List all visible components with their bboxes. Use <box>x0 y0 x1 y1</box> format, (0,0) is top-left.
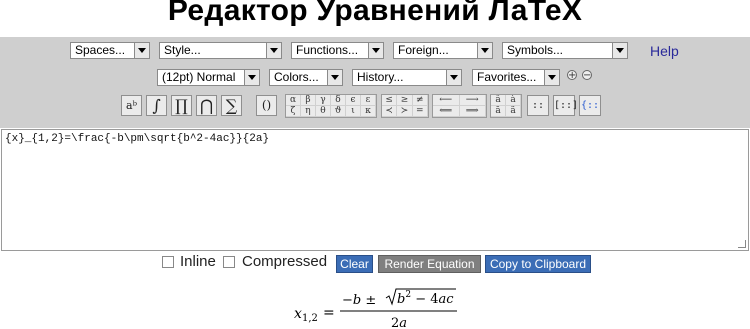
superscript-button[interactable]: aᵇ <box>121 95 142 116</box>
chevron-down-icon <box>612 43 627 58</box>
equation-numerator-lead: −b ± <box>342 293 376 308</box>
succ-button[interactable]: ≻ <box>397 106 413 117</box>
product-button[interactable]: ∏ <box>171 95 192 116</box>
help-link[interactable]: Help <box>650 43 679 59</box>
sum-button[interactable]: ∑ <box>221 95 242 116</box>
greek-delta-button[interactable]: δ <box>331 95 346 106</box>
compressed-label: Compressed <box>242 253 328 270</box>
greek-letters-panel: α β γ δ ϵ ε ζ η θ ϑ ι κ <box>285 94 377 118</box>
equation-equals: = <box>323 305 335 321</box>
compressed-checkbox[interactable] <box>223 256 235 268</box>
equation-denominator: 2a <box>391 316 407 329</box>
greek-gamma-button[interactable]: γ <box>316 95 331 106</box>
inline-label: Inline <box>180 253 216 270</box>
chevron-down-icon <box>327 70 342 85</box>
render-equation-button[interactable]: Render Equation <box>378 255 481 273</box>
greek-eta-button[interactable]: η <box>301 106 316 117</box>
page-title: Редактор Уравнений ЛаТеХ <box>167 0 583 27</box>
greek-alpha-button[interactable]: α <box>286 95 301 106</box>
hat-accent-button[interactable]: â <box>491 95 506 106</box>
arrows-panel: ⟵ ⟶ ⟸ ⟹ <box>432 94 487 118</box>
neq-button[interactable]: ≠ <box>412 95 428 106</box>
greek-zeta-button[interactable]: ζ <box>286 106 301 117</box>
greek-vartheta-button[interactable]: ϑ <box>331 106 346 117</box>
latex-input[interactable] <box>2 130 748 250</box>
clear-button[interactable]: Clear <box>336 255 373 273</box>
bar-accent-button[interactable]: ā <box>491 106 506 117</box>
symbols-select[interactable]: Symbols... <box>502 42 628 59</box>
spaces-select[interactable]: Spaces... <box>70 42 150 59</box>
favorites-select[interactable]: Favorites... <box>472 69 560 86</box>
equation-lhs: x <box>294 306 302 322</box>
prec-button[interactable]: ≺ <box>382 106 398 117</box>
greek-iota-button[interactable]: ι <box>346 106 361 117</box>
intersection-button[interactable]: ⋂ <box>196 95 217 116</box>
accents-panel: â à ā ä <box>490 94 522 118</box>
right-arrow-button[interactable]: ⟶ <box>459 95 486 106</box>
functions-select[interactable]: Functions... <box>291 42 384 59</box>
copy-to-clipboard-button[interactable]: Copy to Clipboard <box>485 255 591 273</box>
equals-button[interactable]: = <box>412 106 428 117</box>
style-select[interactable]: Style... <box>159 42 282 59</box>
chevron-down-icon <box>446 70 461 85</box>
inline-checkbox[interactable] <box>162 256 174 268</box>
resize-grip-icon[interactable] <box>738 240 746 248</box>
rendered-equation: x 1,2 = −b ± b2 − 4ac 2a <box>294 288 457 329</box>
brackets-button[interactable]: () <box>256 95 277 116</box>
equation-radicand: b2 − 4ac <box>397 290 454 307</box>
equation-subscript: 1,2 <box>302 313 318 324</box>
greek-varepsilon-button[interactable]: ε <box>361 95 376 106</box>
leq-button[interactable]: ≤ <box>382 95 398 106</box>
chevron-down-icon <box>477 43 492 58</box>
double-right-arrow-button[interactable]: ⟹ <box>459 106 486 117</box>
chevron-down-icon <box>544 70 559 85</box>
greek-beta-button[interactable]: β <box>301 95 316 106</box>
chevron-down-icon <box>266 43 281 58</box>
foreign-select[interactable]: Foreign... <box>393 42 493 59</box>
cases-button[interactable]: {:: <box>579 95 601 116</box>
chevron-down-icon <box>244 70 259 85</box>
greek-theta-button[interactable]: θ <box>316 106 331 117</box>
relations-panel: ≤ ≥ ≠ ≺ ≻ = <box>381 94 429 118</box>
chevron-down-icon <box>368 43 383 58</box>
colors-select[interactable]: Colors... <box>269 69 343 86</box>
integral-button[interactable]: ∫ <box>146 95 167 116</box>
bracket-matrix-button[interactable]: [::] <box>553 95 578 116</box>
grave-accent-button[interactable]: à <box>506 95 521 106</box>
font-size-select[interactable]: (12pt) Normal <box>157 69 260 86</box>
zoom-out-icon[interactable]: − <box>582 70 592 81</box>
matrix-button[interactable]: :: <box>527 95 549 116</box>
latex-editor <box>1 129 749 251</box>
history-select[interactable]: History... <box>352 69 462 86</box>
zoom-in-icon[interactable]: + <box>567 70 577 81</box>
left-arrow-button[interactable]: ⟵ <box>433 95 460 106</box>
greek-epsilon-button[interactable]: ϵ <box>346 95 361 106</box>
ddot-accent-button[interactable]: ä <box>506 106 521 117</box>
geq-button[interactable]: ≥ <box>397 95 413 106</box>
double-left-arrow-button[interactable]: ⟸ <box>433 106 460 117</box>
greek-kappa-button[interactable]: κ <box>361 106 376 117</box>
chevron-down-icon <box>134 43 149 58</box>
